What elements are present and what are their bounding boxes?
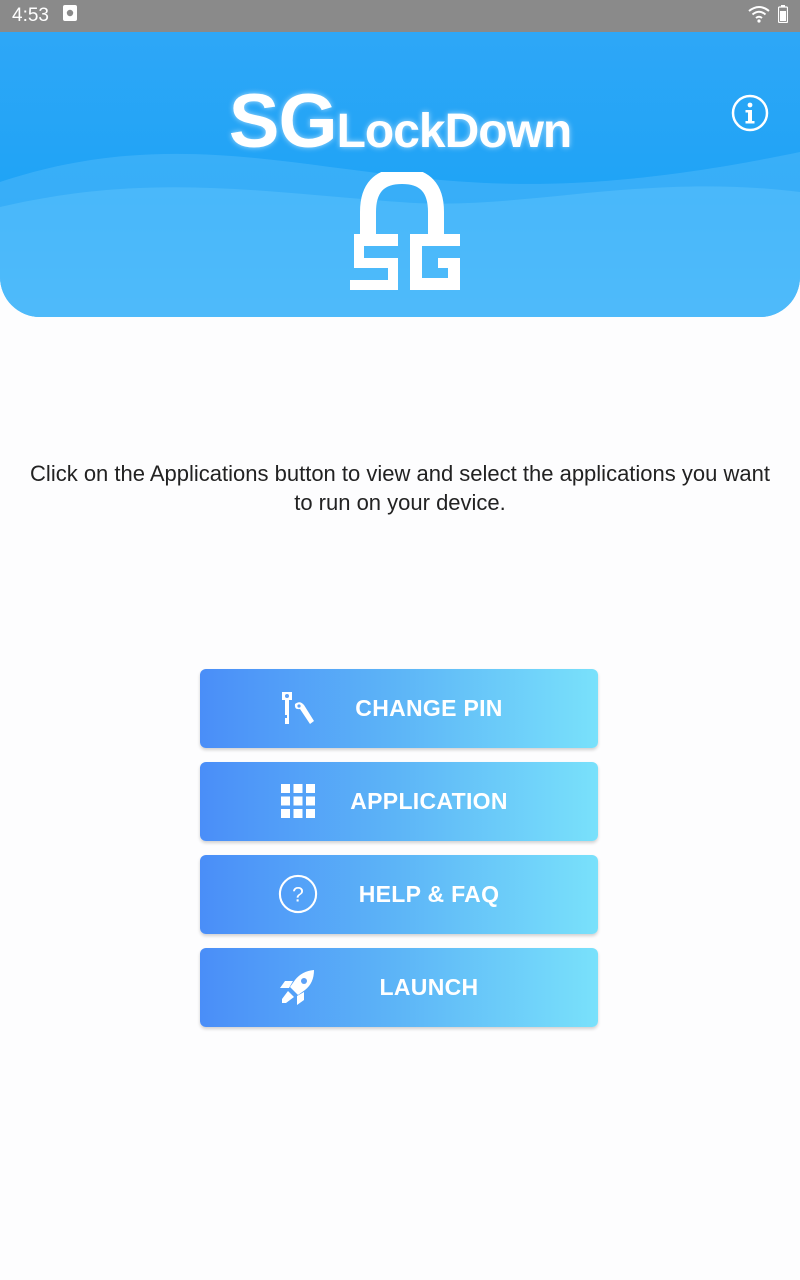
launch-label: LAUNCH — [379, 974, 479, 1000]
app-logo-text: SGLockDown — [0, 78, 800, 165]
status-right — [748, 4, 789, 28]
wifi-icon — [748, 5, 770, 28]
info-icon — [731, 94, 769, 132]
help-faq-label: HELP & FAQ — [358, 881, 500, 907]
lock-logo-icon — [340, 167, 470, 317]
change-pin-label: CHANGE PIN — [355, 695, 503, 721]
help-faq-button[interactable]: ? HELP & FAQ — [200, 855, 598, 934]
status-bar: 4:53 — [0, 0, 800, 32]
notification-icon — [62, 5, 77, 27]
header-banner: SGLockDown — [0, 32, 800, 317]
logo-lockdown: LockDown — [336, 105, 573, 158]
launch-button[interactable]: LAUNCH — [200, 948, 598, 1027]
application-label: APPLICATION — [350, 788, 508, 814]
status-left: 4:53 — [12, 5, 77, 27]
status-time: 4:53 — [12, 5, 49, 26]
instruction-text: Click on the Applications button to view… — [30, 461, 770, 515]
battery-icon — [777, 4, 789, 28]
logo-sg: SG — [228, 79, 338, 164]
change-pin-button[interactable]: CHANGE PIN — [200, 669, 598, 748]
application-button[interactable]: APPLICATION — [200, 762, 598, 841]
info-button[interactable] — [731, 94, 769, 132]
